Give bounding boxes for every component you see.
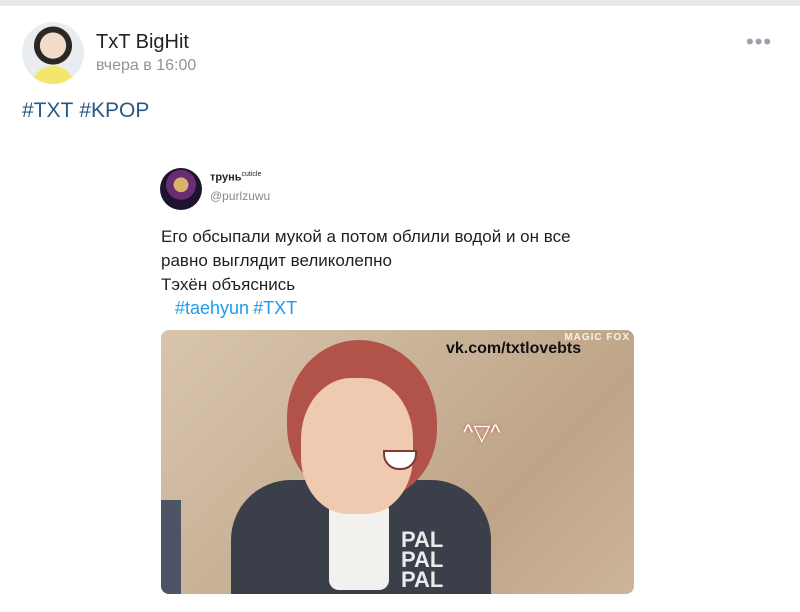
- tweet-text: Его обсыпали мукой а потом облили водой …: [161, 225, 661, 297]
- post-image[interactable]: PAL PAL PAL ^▽^ vk.com/txtlovebts MAGIC …: [161, 330, 634, 594]
- tweet-author-name: труньcuticle: [210, 171, 261, 184]
- tweet-text-line: Его обсыпали мукой а потом облили водой …: [161, 227, 571, 246]
- photo-face: [301, 378, 413, 514]
- more-options-icon[interactable]: •••: [746, 29, 772, 55]
- hashtag-link[interactable]: #KPOP: [79, 99, 149, 122]
- tweet-text-line: равно выглядит великолепно: [161, 251, 392, 270]
- image-watermark: vk.com/txtlovebts: [446, 340, 582, 357]
- image-corner-watermark: MAGIC FOX: [564, 332, 630, 343]
- hashtag-link[interactable]: #TXT: [22, 99, 73, 122]
- photo-background-person: [161, 500, 181, 594]
- tweet-hashtag: #taehyun: [175, 298, 250, 318]
- tweet-author-name-suffix: cuticle: [241, 171, 262, 178]
- photo-shirt-print: PAL PAL PAL: [401, 527, 444, 592]
- post-time[interactable]: вчера в 16:00: [96, 57, 196, 75]
- tweet-author-avatar: [160, 168, 202, 210]
- avatar-shirt: [32, 66, 74, 84]
- tweet-author-handle: @purlzuwu: [210, 189, 271, 203]
- tweet-hashtags: #taehyun #TXT: [175, 298, 297, 319]
- author-name[interactable]: TxT BigHit: [96, 31, 189, 54]
- top-divider: [0, 0, 800, 6]
- post-hashtags: #TXT #KPOP: [22, 99, 149, 123]
- author-avatar[interactable]: [22, 22, 84, 84]
- tweet-author-name-text: трунь: [210, 171, 242, 184]
- tweet-hashtag: #TXT: [253, 298, 298, 318]
- photo-emoticon: ^▽^: [463, 420, 501, 445]
- tweet-text-line: Тэхён объяснись: [161, 275, 296, 294]
